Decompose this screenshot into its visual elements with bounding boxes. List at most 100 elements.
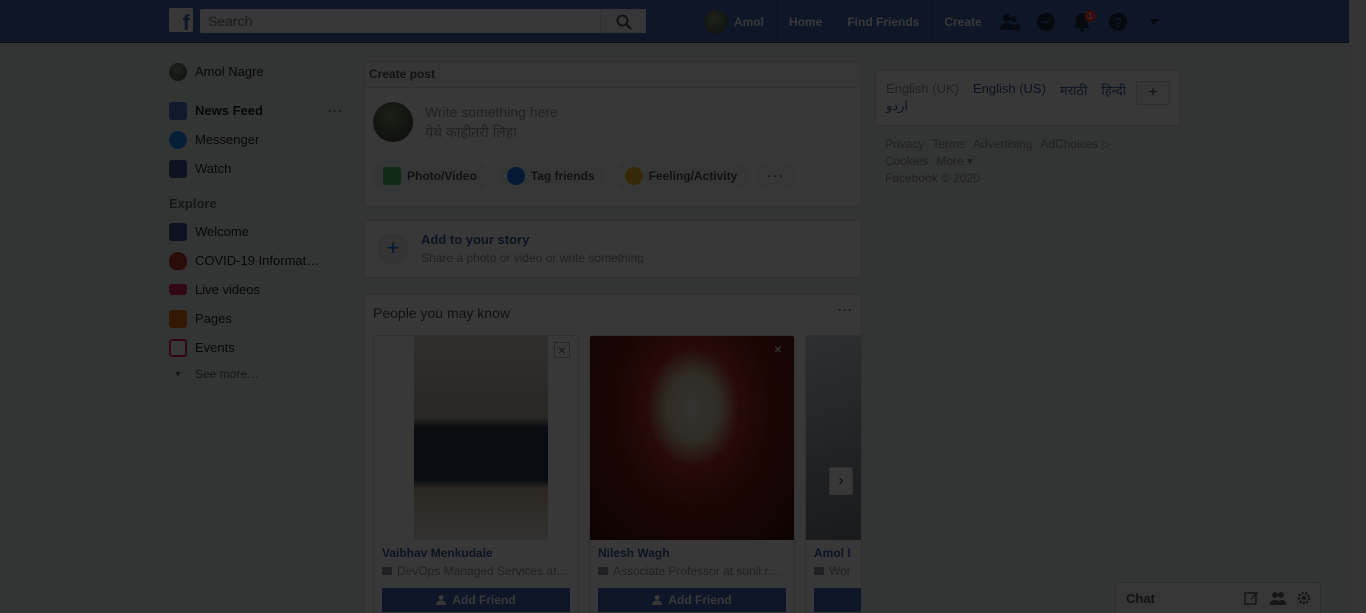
dismiss-close-icon[interactable]: × [554,342,570,358]
news-feed-icon [169,101,187,120]
search-icon [616,14,632,30]
find-friends-link[interactable]: Find Friends [834,0,931,43]
composer-input[interactable]: Write something here येथे काहीतरी लिहा [425,102,825,142]
page-scrollbar[interactable] [1349,0,1366,613]
feeling-activity-button[interactable]: Feeling/Activity [614,160,750,192]
composer-actions: Photo/Video Tag friends Feeling/Activity… [373,160,796,192]
sidebar-item-messenger[interactable]: Messenger [169,125,349,154]
search-input[interactable] [200,9,600,33]
footer-link-adchoices[interactable]: AdChoices ▷ [1040,136,1111,153]
sidebar-item-events[interactable]: Events [169,333,349,362]
footer-link-advertising[interactable]: Advertising [973,136,1032,153]
add-friend-button[interactable]: Add Friend [598,588,786,612]
sidebar-profile[interactable]: Amol Nagre [169,57,349,86]
add-story-title: Add to your story [421,232,530,247]
person-work-label: Wor [829,564,851,578]
briefcase-icon [382,567,392,575]
dismiss-close-icon[interactable]: × [770,342,786,358]
pymk-person-card: × Vaibhav Menkudale DevOps Managed Servi… [373,335,579,613]
home-link[interactable]: Home [776,0,834,43]
pymk-title: People you may know [373,305,510,321]
language-option[interactable]: मराठी [1060,81,1087,99]
person-name[interactable]: Nilesh Wagh [598,546,670,560]
person-work-label: DevOps Managed Services at… [397,564,569,578]
user-avatar[interactable] [704,9,728,34]
add-friend-label: Add Friend [452,593,516,607]
account-menu-chevron-down-icon[interactable] [1140,8,1168,36]
help-icon[interactable]: ? [1104,8,1132,36]
people-you-may-know-card: People you may know ··· × Vaibhav Menkud… [364,294,862,613]
person-work-label: Associate Professor at sunil r… [613,564,781,578]
person-name[interactable]: Vaibhav Menkudale [382,546,493,560]
notifications-icon[interactable]: 1 [1068,8,1096,36]
add-story-card[interactable]: + Add to your story Share a photo or vid… [364,220,862,278]
more-options-icon[interactable]: ··· [757,160,796,192]
smiley-icon [624,167,643,185]
main-nav: Amol Home Find Friends Create [704,0,994,43]
top-navigation-bar: f Amol Home Find Friends Create 1 ? [0,0,1366,43]
briefcase-icon [814,567,824,575]
svg-text:?: ? [1114,15,1122,30]
sidebar-item-pages[interactable]: Pages [169,304,349,333]
sidebar-item-label: Welcome [195,224,249,239]
chat-label: Chat [1126,591,1155,606]
sidebar-item-label: Live videos [195,282,261,297]
profile-avatar [169,62,187,81]
see-more-label: See more… [195,367,260,381]
add-language-plus-icon[interactable]: + [1136,81,1170,105]
person-work: DevOps Managed Services at… [382,564,570,578]
sidebar-item-covid[interactable]: COVID-19 Informati… [169,246,349,275]
footer-link-terms[interactable]: Terms [932,136,965,153]
nav-icons: 1 ? [996,0,1168,43]
covid-shield-icon [169,251,187,270]
flag-icon [169,309,187,328]
footer-link-privacy[interactable]: Privacy [885,136,924,153]
pymk-options-icon[interactable]: ··· [838,303,853,317]
tag-friends-button[interactable]: Tag friends [496,160,607,192]
composer-placeholder-marathi: येथे काहीतरी लिहा [425,124,517,140]
language-selector-card: English (UK) English (US) मराठी हिन्दी ا… [875,70,1180,126]
sidebar-item-news-feed[interactable]: News Feed ··· [169,96,349,125]
search-button[interactable] [600,9,646,33]
photo-video-button[interactable]: Photo/Video [373,160,489,192]
language-option[interactable]: हिन्दी [1101,81,1126,99]
person-photo[interactable] [374,336,578,540]
briefcase-icon [598,567,608,575]
messenger-icon[interactable] [1032,8,1060,36]
chat-bar[interactable]: Chat [1115,582,1321,613]
feeling-activity-label: Feeling/Activity [648,169,738,183]
language-option[interactable]: English (US) [973,81,1046,99]
composer-body: Write something here येथे काहीतरी लिहा [373,100,853,144]
create-group-icon[interactable] [1270,590,1286,606]
add-friend-button[interactable]: Add Friend [382,588,570,612]
sidebar-item-label: News Feed [195,103,263,118]
profile-link[interactable]: Amol [734,0,776,43]
chat-settings-gear-icon[interactable] [1296,590,1312,606]
add-friend-button[interactable] [814,588,861,612]
create-link[interactable]: Create [931,0,993,43]
footer-link-cookies[interactable]: Cookies [885,153,928,170]
chat-icons [1244,590,1312,606]
photo-video-label: Photo/Video [407,169,477,183]
see-more-link[interactable]: ▼ See more… [169,362,349,386]
facebook-logo-icon[interactable]: f [169,8,193,32]
person-photo[interactable] [806,336,861,540]
create-post-header: Create post [365,62,861,88]
explore-heading: Explore [169,196,217,211]
carousel-next-chevron-right-icon[interactable]: › [829,467,853,495]
friend-requests-icon[interactable] [996,8,1024,36]
add-friend-icon [652,595,663,605]
person-name[interactable]: Amol I [814,546,851,560]
language-option[interactable]: اردو [886,98,908,114]
notification-badge: 1 [1084,9,1096,22]
sidebar-item-welcome[interactable]: Welcome [169,217,349,246]
add-friend-label: Add Friend [668,593,732,607]
new-message-icon[interactable] [1244,590,1260,606]
news-feed-options-icon[interactable]: ··· [328,104,343,118]
person-photo[interactable] [590,336,794,540]
footer-links: Privacy Terms Advertising AdChoices ▷ Co… [885,136,1175,187]
sidebar-item-live-videos[interactable]: Live videos [169,275,349,304]
sidebar-item-watch[interactable]: Watch [169,154,349,183]
sidebar-item-label: Pages [195,311,232,326]
footer-link-more[interactable]: More ▾ [936,153,973,170]
